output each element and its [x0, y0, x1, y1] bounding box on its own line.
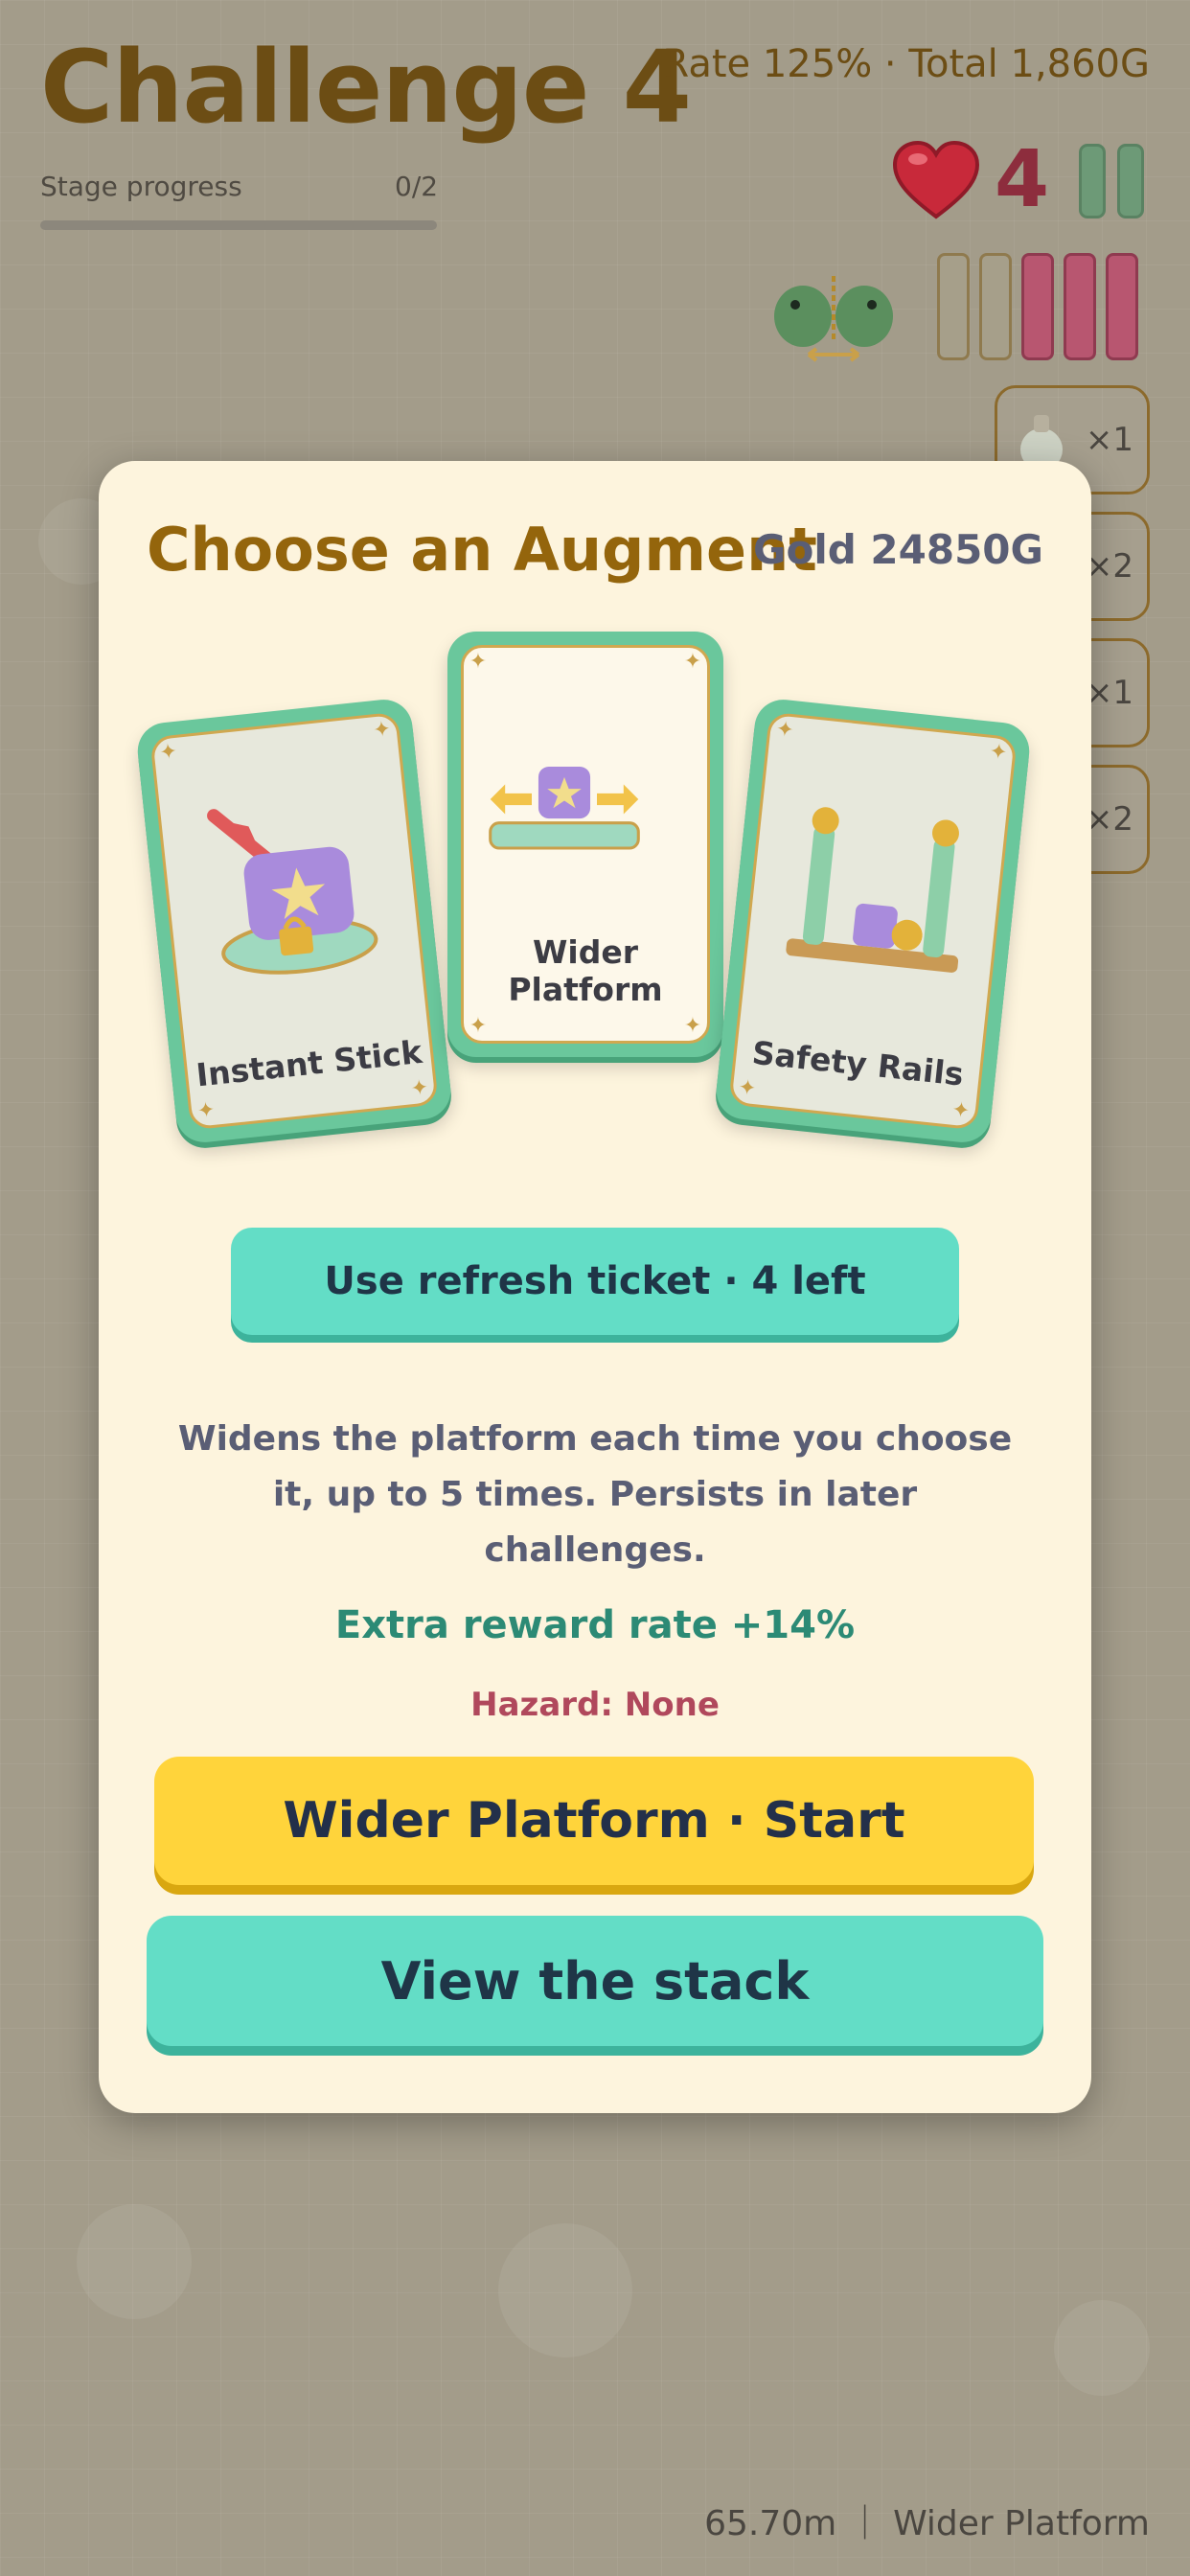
corner-ornament-icon: ✦	[195, 1097, 217, 1124]
inventory-count: ×2	[1085, 547, 1133, 586]
pause-button[interactable]	[1079, 144, 1148, 218]
corner-ornament-icon: ✦	[988, 739, 1009, 766]
stage-progress-bar	[40, 220, 437, 230]
rate-total-stats: Rate 125% · Total 1,860G	[662, 42, 1150, 86]
corner-ornament-icon: ✦	[737, 1075, 758, 1102]
heart-icon	[892, 140, 980, 218]
view-stack-button[interactable]: View the stack	[147, 1916, 1043, 2046]
meter-segment-empty	[979, 253, 1012, 360]
lives-count: 4	[995, 134, 1050, 225]
rails-icon	[786, 807, 959, 973]
stage-progress-label: Stage progress	[40, 171, 242, 202]
lives-display: 4	[891, 134, 1049, 225]
hazard-text: Hazard: None	[470, 1686, 720, 1724]
corner-ornament-icon: ✦	[683, 650, 702, 674]
card-face: ✦ ✦ ✦ ✦ Wider Platform	[461, 645, 710, 1044]
refresh-ticket-button[interactable]: Use refresh ticket · 4 left	[231, 1228, 959, 1335]
corner-ornament-icon: ✦	[469, 650, 488, 674]
challenge-title: Challenge 4	[40, 29, 692, 146]
background-decoration	[498, 2223, 632, 2358]
augment-description: Widens the platform each time you choose…	[177, 1419, 1013, 1570]
corner-ornament-icon: ✦	[372, 717, 393, 744]
card-face: ✦ ✦ ✦ ✦ Safety Rails	[728, 711, 1018, 1131]
inventory-count: ×1	[1085, 421, 1133, 459]
gold-balance: Gold 24850G	[752, 526, 1043, 573]
card-label: Safety Rails	[750, 1033, 966, 1093]
meter-segment-filled	[1106, 253, 1138, 360]
card-label: Wider Platform	[508, 933, 663, 1008]
corner-ornament-icon: ✦	[409, 1075, 430, 1102]
corner-ornament-icon: ✦	[683, 1014, 702, 1038]
augment-modal: Choose an Augment Gold 24850G ✦ ✦ ✦ ✦ In…	[99, 461, 1091, 2113]
start-button[interactable]: Wider Platform · Start	[154, 1757, 1034, 1885]
dino-mascot-icon	[774, 276, 893, 362]
background-decoration	[1054, 2300, 1150, 2396]
inventory-count: ×1	[1085, 674, 1133, 712]
card-label: Instant Stick	[194, 1032, 424, 1094]
wide-platform-icon	[489, 767, 640, 850]
reward-rate-text: Extra reward rate +14%	[334, 1603, 856, 1647]
stage-progress-count: 0/2	[395, 171, 439, 202]
card-face: ✦ ✦ ✦ ✦ Instant Stick	[149, 711, 439, 1131]
augment-card-instant-stick[interactable]: ✦ ✦ ✦ ✦ Instant Stick	[134, 697, 454, 1145]
corner-ornament-icon: ✦	[774, 717, 795, 744]
meter-segment-filled	[1064, 253, 1096, 360]
pause-bar	[1079, 144, 1106, 218]
energy-meter	[937, 253, 1138, 360]
corner-ornament-icon: ✦	[469, 1014, 488, 1038]
augment-card-safety-rails[interactable]: ✦ ✦ ✦ ✦ Safety Rails	[713, 697, 1033, 1145]
corner-ornament-icon: ✦	[158, 739, 179, 766]
augment-card-wider-platform[interactable]: ✦ ✦ ✦ ✦ Wider Platform	[447, 632, 723, 1057]
pause-bar	[1117, 144, 1144, 218]
locked-block-icon	[207, 809, 378, 975]
modal-title: Choose an Augment	[147, 515, 817, 585]
corner-ornament-icon: ✦	[950, 1097, 972, 1124]
background-decoration	[77, 2204, 192, 2319]
meter-segment-filled	[1021, 253, 1054, 360]
meter-segment-empty	[937, 253, 970, 360]
footer-status: 65.70m ｜ Wider Platform	[704, 2504, 1150, 2543]
inventory-count: ×2	[1085, 800, 1133, 839]
